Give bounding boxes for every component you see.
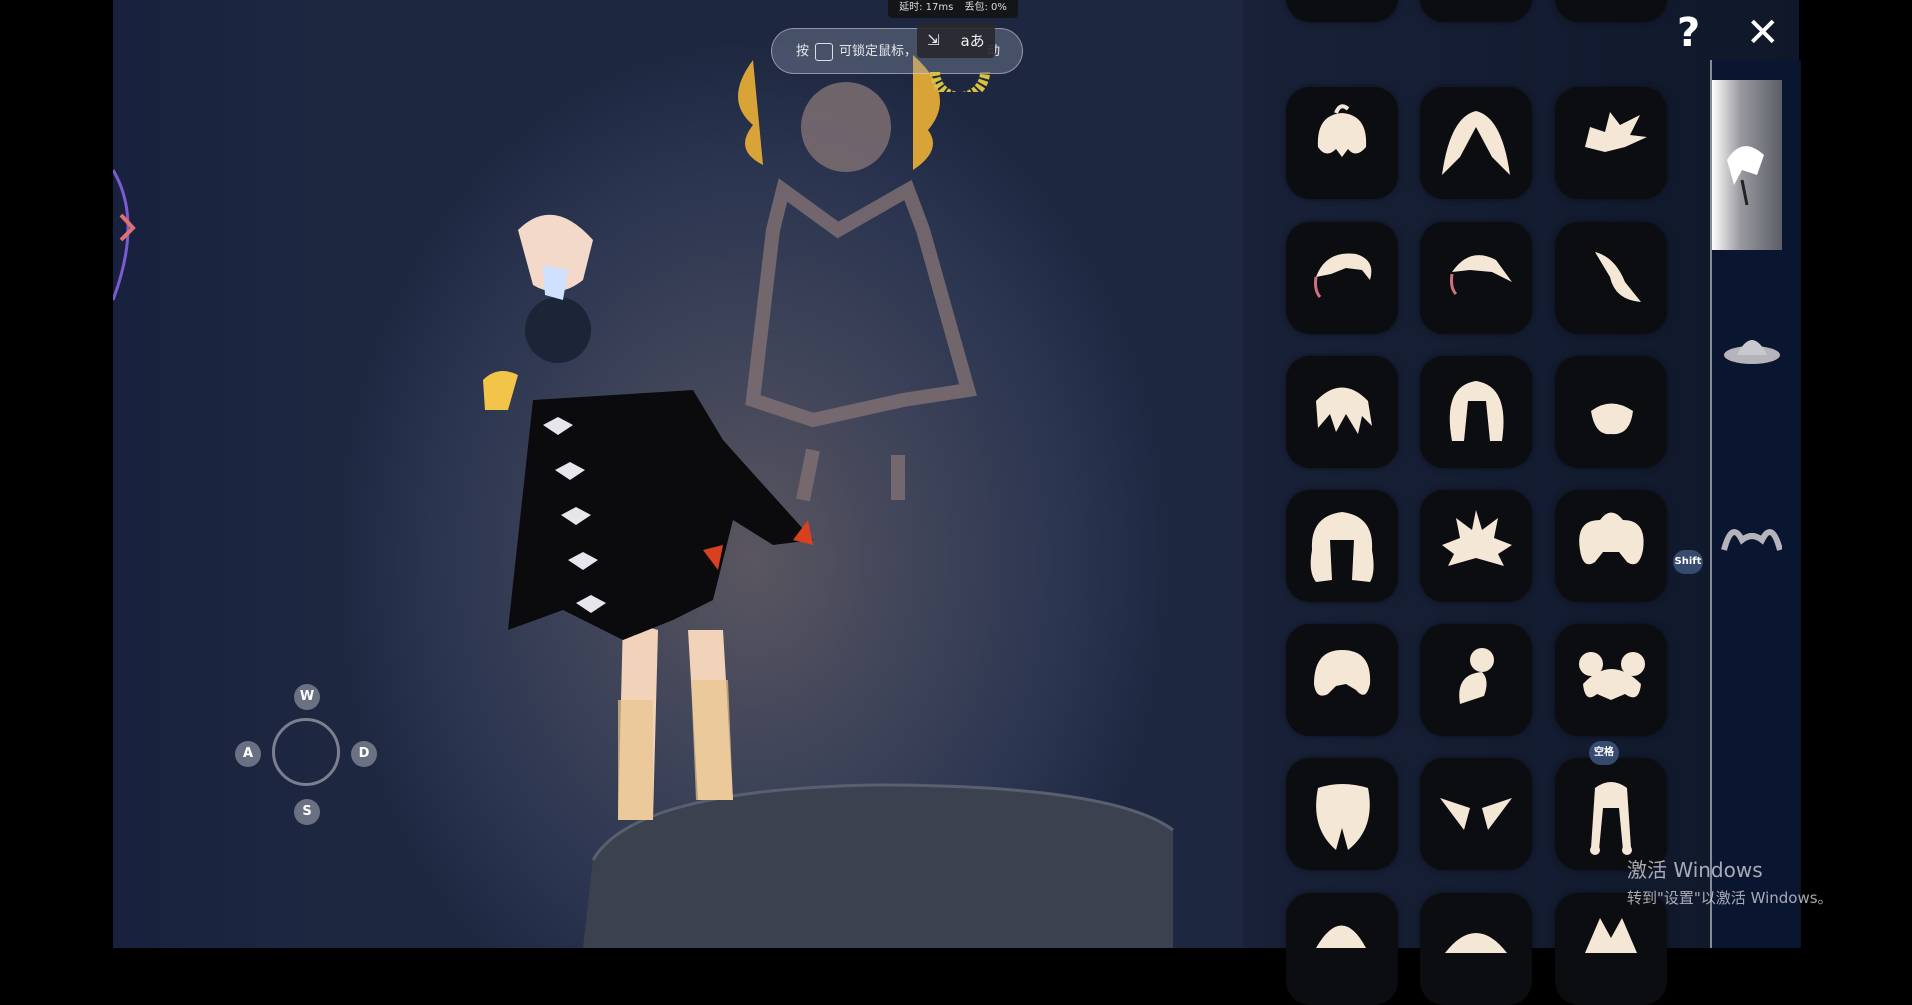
hair-spiky-icon (1585, 112, 1647, 152)
hair-option-17[interactable] (1420, 758, 1532, 870)
lock-hint-prefix: 按 (796, 44, 810, 59)
watermark-subtitle: 转到"设置"以激活 Windows。 (1627, 889, 1833, 907)
letterbox-right (1799, 0, 1912, 948)
space-hint-badge: 空格 (1589, 741, 1619, 765)
hair-sidepart-pink-icon (1450, 255, 1512, 296)
hair-round-icon (1314, 650, 1371, 696)
key-a[interactable]: A (235, 741, 261, 767)
tab-horns[interactable] (1712, 450, 1783, 620)
hair-option-2[interactable] (1420, 87, 1532, 199)
shift-hint-badge: Shift (1673, 550, 1703, 574)
hair-long-straight-icon (1442, 111, 1510, 175)
key-w[interactable]: W (294, 684, 320, 710)
horns-icon (1721, 529, 1783, 551)
close-button[interactable]: ✕ (1746, 10, 1780, 56)
hair-option-13[interactable] (1286, 624, 1398, 736)
key-s[interactable]: S (294, 799, 320, 825)
tab-hair[interactable] (1712, 80, 1782, 250)
fullscreen-toggle-icon[interactable]: ⇲ (927, 31, 940, 49)
letterbox-left (0, 0, 113, 948)
translate-button[interactable]: aあ (960, 30, 984, 51)
hair-long-wavy-icon (1310, 512, 1374, 582)
hair-option-partial[interactable] (1555, 0, 1667, 22)
hair-option-9[interactable] (1555, 356, 1667, 468)
hair-option-partial[interactable] (1286, 0, 1398, 22)
key-d[interactable]: D (351, 741, 377, 767)
hair-option-4[interactable] (1286, 222, 1398, 334)
hair-tiny-icon (1591, 403, 1633, 435)
tab-hat[interactable] (1712, 270, 1782, 440)
hair-tail-icon (1595, 252, 1641, 302)
hair-bun-icon (1459, 648, 1494, 704)
help-button[interactable]: ? (1677, 10, 1700, 56)
hair-option-3[interactable] (1555, 87, 1667, 199)
hair-option-5[interactable] (1420, 222, 1532, 334)
hair-long-bob-icon (1449, 381, 1504, 441)
hair-option-12[interactable] (1555, 490, 1667, 602)
hair-option-11[interactable] (1420, 490, 1532, 602)
key-icon (815, 42, 834, 61)
latency-label: 延时: 17ms (899, 2, 954, 13)
lock-hint-text: 可锁定鼠标， (839, 44, 918, 59)
hair-spiked-crown-icon (1442, 510, 1512, 566)
hair-icon (1727, 146, 1764, 206)
hair-option-15[interactable] (1555, 624, 1667, 736)
hair-messy-icon (1316, 387, 1372, 434)
hair-option-8[interactable] (1420, 356, 1532, 468)
hair-option-7[interactable] (1286, 356, 1398, 468)
windows-activation-watermark: 激活 Windows 转到"设置"以激活 Windows。 (1627, 854, 1833, 908)
hair-wings-icon (1440, 798, 1512, 830)
hair-twin-buns-icon (1579, 652, 1645, 700)
hair-option-10[interactable] (1286, 490, 1398, 602)
network-stats: 延时: 17ms 丢包: 0% (888, 0, 1018, 18)
hair-split-icon (1316, 784, 1370, 850)
hair-option-partial[interactable] (1420, 893, 1532, 1005)
watermark-title: 激活 Windows (1627, 858, 1763, 882)
hair-option-partial[interactable] (1420, 0, 1532, 22)
hair-option-14[interactable] (1420, 624, 1532, 736)
movement-joystick[interactable] (272, 718, 340, 786)
hair-option-partial[interactable] (1555, 893, 1667, 1005)
hair-fluffy-icon (1579, 512, 1644, 565)
packet-loss-label: 丢包: 0% (964, 2, 1007, 13)
candle-energy-icon (930, 71, 990, 92)
hair-option-partial[interactable] (1286, 893, 1398, 1005)
hair-option-16[interactable] (1286, 758, 1398, 870)
hair-option-1[interactable] (1286, 87, 1398, 199)
hair-swept-pink-icon (1314, 253, 1372, 298)
hat-icon (1724, 340, 1780, 364)
hair-short-bob-icon (1317, 104, 1367, 157)
hair-option-6[interactable] (1555, 222, 1667, 334)
